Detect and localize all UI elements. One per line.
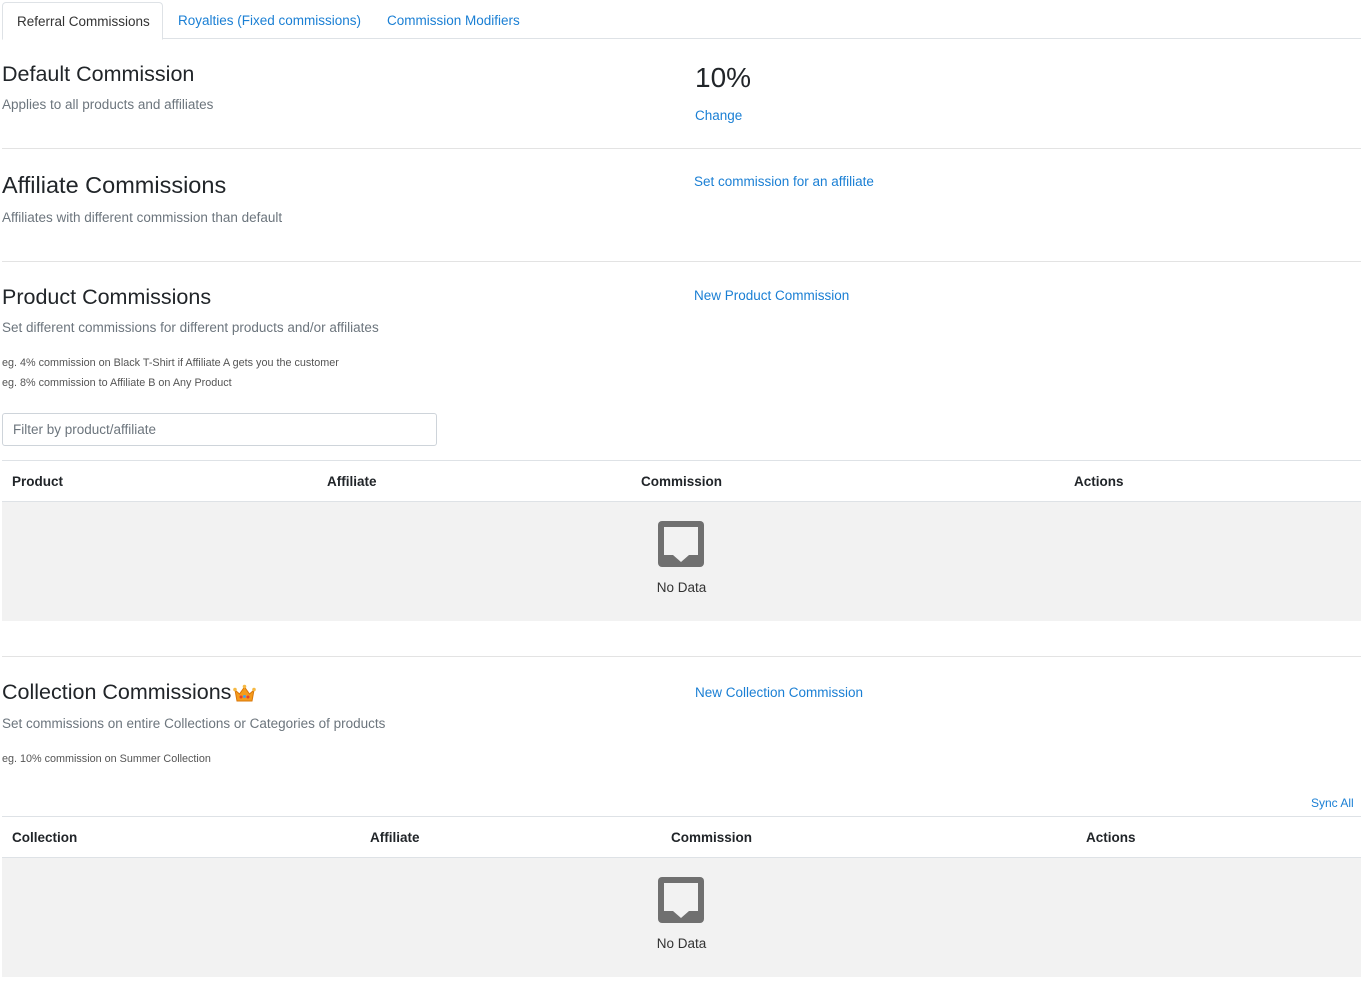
product-table-header: Product Affiliate Commission Actions bbox=[2, 460, 1361, 502]
product-commission-example: eg. 4% commission on Black T-Shirt if Af… bbox=[2, 357, 339, 369]
sync-all-link[interactable]: Sync All bbox=[1311, 796, 1354, 810]
collection-table-header: Collection Affiliate Commission Actions bbox=[2, 816, 1361, 858]
product-affiliate-filter-input[interactable] bbox=[2, 413, 437, 446]
tab-referral-commissions[interactable]: Referral Commissions bbox=[2, 2, 163, 40]
crown-icon bbox=[233, 684, 256, 702]
no-data-text: No Data bbox=[656, 936, 707, 951]
column-header-actions: Actions bbox=[1074, 474, 1124, 489]
collection-commissions-subtitle: Set commissions on entire Collections or… bbox=[2, 716, 386, 731]
tab-royalties[interactable]: Royalties (Fixed commissions) bbox=[178, 2, 361, 39]
column-header-product[interactable]: Product bbox=[12, 461, 63, 503]
new-product-commission-link[interactable]: New Product Commission bbox=[694, 288, 849, 303]
column-header-commission[interactable]: Commission bbox=[641, 461, 722, 503]
product-commission-example: eg. 8% commission to Affiliate B on Any … bbox=[2, 377, 232, 389]
commission-tabs: Referral Commissions Royalties (Fixed co… bbox=[2, 2, 1361, 40]
default-commission-title: Default Commission bbox=[2, 62, 195, 86]
new-collection-commission-link[interactable]: New Collection Commission bbox=[695, 685, 863, 700]
default-commission-value: 10% bbox=[695, 62, 752, 93]
inbox-icon bbox=[658, 521, 704, 567]
column-header-affiliate[interactable]: Affiliate bbox=[327, 461, 377, 503]
affiliate-commissions-subtitle: Affiliates with different commission tha… bbox=[2, 210, 283, 225]
column-header-actions: Actions bbox=[1086, 830, 1136, 845]
column-header-affiliate[interactable]: Affiliate bbox=[370, 817, 420, 859]
inbox-icon bbox=[658, 877, 704, 923]
product-table-empty-state: No Data bbox=[2, 502, 1361, 621]
collection-commission-example: eg. 10% commission on Summer Collection bbox=[2, 753, 211, 765]
divider bbox=[2, 148, 1361, 149]
product-commissions-subtitle: Set different commissions for different … bbox=[2, 320, 379, 335]
set-affiliate-commission-link[interactable]: Set commission for an affiliate bbox=[694, 174, 874, 189]
column-header-collection[interactable]: Collection bbox=[12, 817, 77, 859]
product-commissions-title: Product Commissions bbox=[2, 285, 212, 309]
tab-commission-modifiers[interactable]: Commission Modifiers bbox=[387, 2, 520, 39]
collection-commissions-title: Collection Commissions bbox=[2, 680, 232, 704]
change-default-commission-link[interactable]: Change bbox=[695, 108, 742, 123]
affiliate-commissions-title: Affiliate Commissions bbox=[2, 172, 227, 198]
divider bbox=[2, 656, 1361, 657]
no-data-text: No Data bbox=[656, 580, 707, 595]
default-commission-subtitle: Applies to all products and affiliates bbox=[2, 97, 214, 112]
collection-table-empty-state: No Data bbox=[2, 858, 1361, 977]
column-header-commission[interactable]: Commission bbox=[671, 817, 752, 859]
divider bbox=[2, 261, 1361, 262]
